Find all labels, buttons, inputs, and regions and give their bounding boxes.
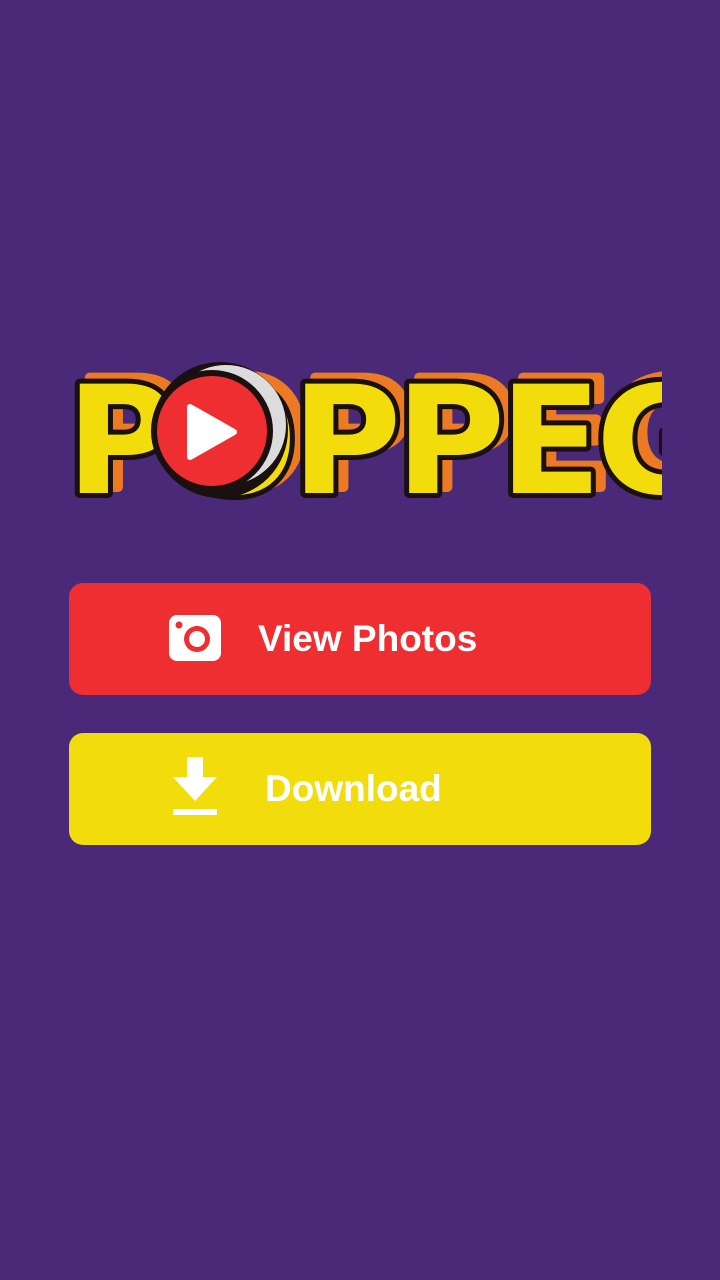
view-photos-button[interactable]: View Photos: [69, 583, 651, 695]
download-button[interactable]: Download: [69, 733, 651, 845]
play-logo-icon: [151, 362, 288, 498]
view-photos-label: View Photos: [258, 618, 478, 659]
camera-icon: [169, 613, 221, 665]
poppeg-logo: POPPEG POPPEG POPPEG: [61, 344, 720, 534]
download-icon: [169, 757, 221, 815]
download-label: Download: [265, 768, 442, 809]
